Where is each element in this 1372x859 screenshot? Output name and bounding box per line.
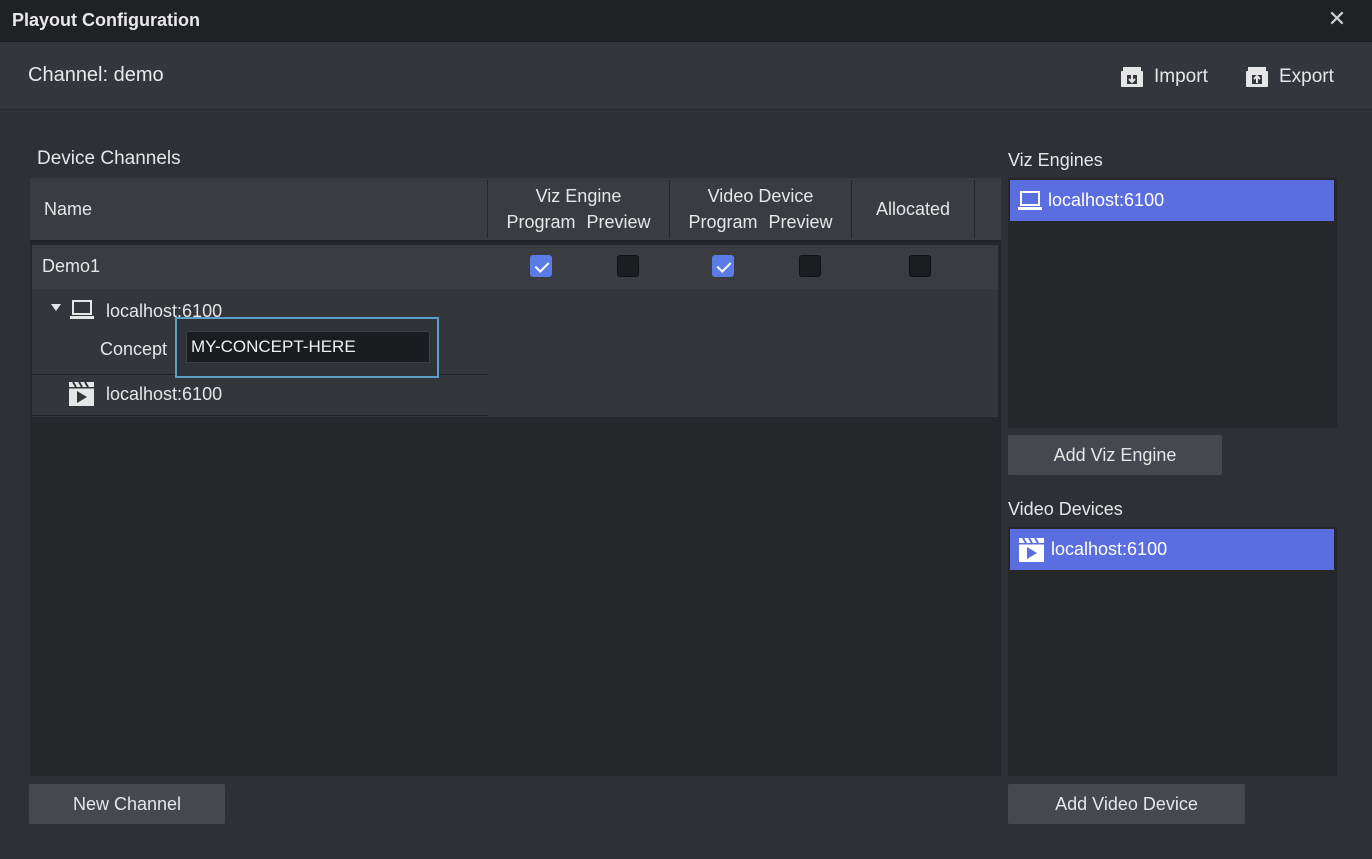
column-video-device-label: Video Device xyxy=(707,186,814,206)
video-devices-list: localhost:6100 xyxy=(1008,527,1337,776)
video-device-child-name[interactable]: localhost:6100 xyxy=(106,384,222,405)
column-allocated-label: Allocated xyxy=(875,199,951,219)
expand-arrow-icon[interactable] xyxy=(51,304,61,312)
column-video-device[interactable]: Video Device Program Preview xyxy=(670,178,851,240)
video-clip-icon xyxy=(1019,536,1044,562)
list-item[interactable]: localhost:6100 xyxy=(1010,529,1334,570)
column-name-label: Name xyxy=(44,199,93,219)
viz-engines-list: localhost:6100 xyxy=(1008,178,1337,428)
column-video-program-label: Program xyxy=(688,212,758,232)
channel-header: Channel: demo Import Export xyxy=(0,42,1372,110)
export-button[interactable]: Export xyxy=(1245,65,1334,89)
monitor-icon xyxy=(1018,190,1042,210)
column-video-subheader: Program Preview xyxy=(688,209,832,235)
channel-title: Channel: demo xyxy=(28,64,164,86)
export-label: Export xyxy=(1279,66,1334,87)
list-item[interactable]: localhost:6100 xyxy=(1010,180,1334,221)
new-channel-button[interactable]: New Channel xyxy=(29,784,225,824)
column-separator xyxy=(974,180,975,238)
channel-name: Demo1 xyxy=(42,256,101,276)
column-viz-engine[interactable]: Viz Engine Program Preview xyxy=(488,178,669,240)
import-icon xyxy=(1121,67,1143,87)
concept-label: Concept xyxy=(100,339,168,359)
add-video-device-button[interactable]: Add Video Device xyxy=(1008,784,1245,824)
video-devices-label: Video Devices xyxy=(1008,499,1123,519)
monitor-icon xyxy=(70,300,94,319)
grid-header: Name Viz Engine Program Preview Video De… xyxy=(30,178,1001,242)
export-icon xyxy=(1246,67,1268,87)
column-viz-program-label: Program xyxy=(506,212,576,232)
column-viz-engine-label: Viz Engine xyxy=(535,186,622,206)
column-name[interactable]: Name xyxy=(44,178,92,240)
column-allocated[interactable]: Allocated xyxy=(852,178,974,240)
viz-engines-label: Viz Engines xyxy=(1008,150,1103,170)
concept-editor xyxy=(175,317,439,378)
video-clip-icon xyxy=(69,381,94,406)
import-button[interactable]: Import xyxy=(1120,65,1208,89)
viz-engine-name: localhost:6100 xyxy=(1048,190,1165,210)
column-viz-preview-label: Preview xyxy=(586,212,651,232)
window-title: Playout Configuration xyxy=(12,10,200,30)
column-viz-subheader: Program Preview xyxy=(506,209,650,235)
add-viz-engine-button[interactable]: Add Viz Engine xyxy=(1008,435,1222,475)
column-video-preview-label: Preview xyxy=(768,212,833,232)
row-divider xyxy=(32,415,488,416)
title-bar: Playout Configuration ✕ xyxy=(0,0,1372,42)
import-label: Import xyxy=(1154,66,1208,87)
table-row[interactable]: Demo1 xyxy=(32,245,998,289)
concept-input[interactable] xyxy=(186,331,430,363)
video-program-checkbox[interactable] xyxy=(712,255,734,277)
video-device-name: localhost:6100 xyxy=(1051,539,1168,559)
device-channels-grid: Name Viz Engine Program Preview Video De… xyxy=(30,178,1001,776)
video-preview-checkbox[interactable] xyxy=(799,255,821,277)
viz-preview-checkbox[interactable] xyxy=(617,255,639,277)
viz-program-checkbox[interactable] xyxy=(530,255,552,277)
allocated-checkbox[interactable] xyxy=(909,255,931,277)
device-channels-label: Device Channels xyxy=(37,148,181,169)
close-icon[interactable]: ✕ xyxy=(1324,6,1350,32)
